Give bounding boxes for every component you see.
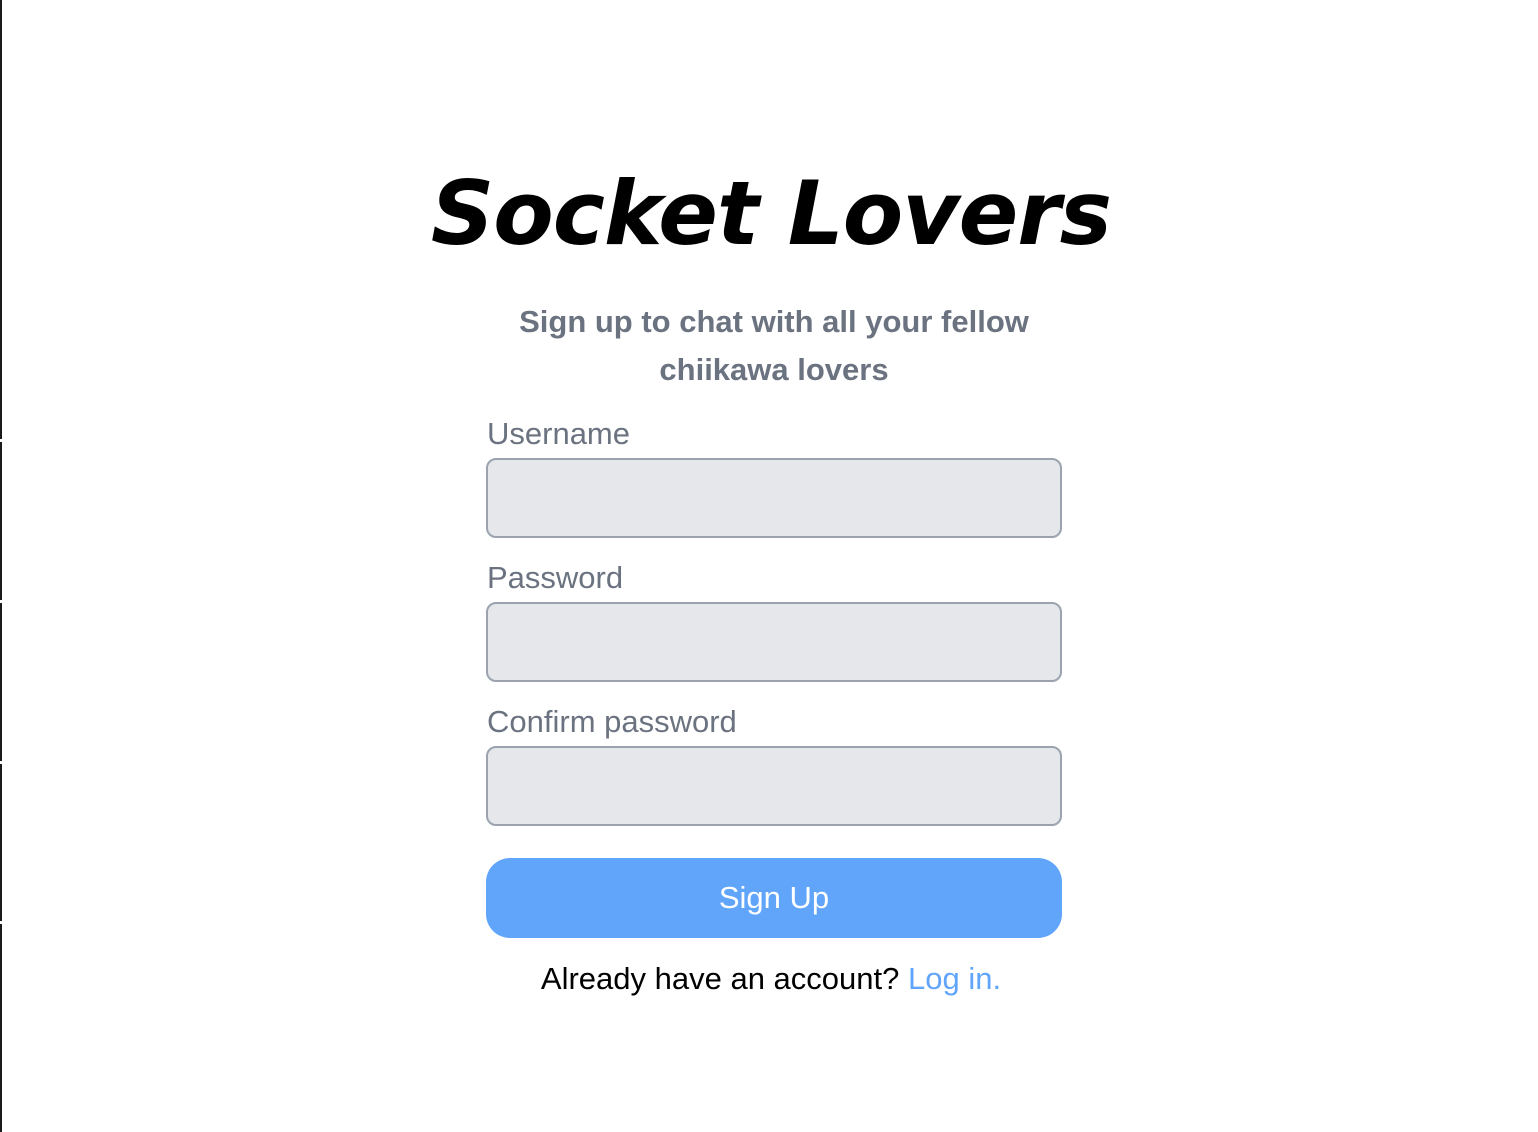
- username-input[interactable]: [486, 458, 1062, 538]
- confirm-password-label: Confirm password: [487, 704, 737, 739]
- login-prompt-text: Already have an account?: [540, 961, 900, 996]
- app-title: Socket Lovers: [430, 162, 1112, 265]
- signup-subtitle: Sign up to chat with all your fellow chi…: [519, 304, 1029, 387]
- page: Socket Lovers Sign up to chat with all y…: [0, 0, 1538, 1132]
- password-input[interactable]: [486, 602, 1062, 682]
- login-prompt: Already have an account? Log in.: [2, 958, 1538, 1000]
- login-link[interactable]: Log in.: [908, 961, 1001, 996]
- sign-up-button[interactable]: Sign Up: [486, 858, 1062, 938]
- confirm-password-input[interactable]: [486, 746, 1062, 826]
- password-label: Password: [487, 560, 624, 595]
- signup-container: Socket Lovers Sign up to chat with all y…: [2, 0, 1538, 1132]
- username-label: Username: [487, 416, 630, 451]
